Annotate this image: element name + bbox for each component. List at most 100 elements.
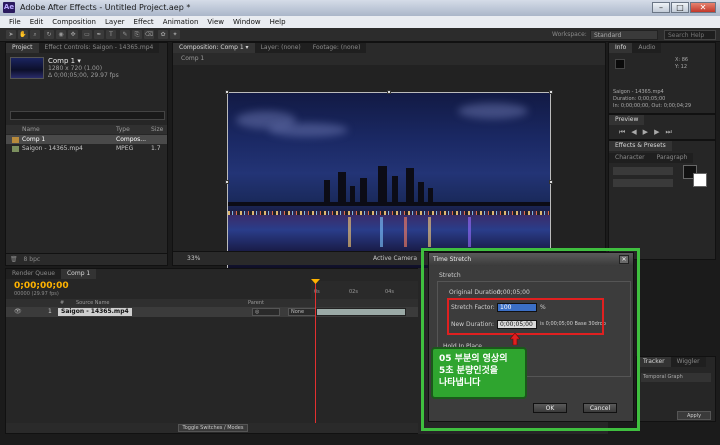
column-parent[interactable]: Parent [248,299,264,307]
playback-controls[interactable]: ⏮◀▶▶⏭ [619,128,678,137]
tab-paragraph[interactable]: Paragraph [650,153,694,163]
maximize-button[interactable]: □ [671,2,689,13]
transform-handle[interactable] [225,180,229,184]
minimize-button[interactable]: – [652,2,670,13]
column-source-name[interactable]: Source Name [76,299,110,307]
close-window-button[interactable]: ✕ [690,2,716,13]
selection-tool-icon[interactable]: ➤ [6,30,16,39]
layer-duration-bar[interactable] [316,308,406,316]
info-y: Y: 12 [675,64,688,70]
column-size[interactable]: Size [151,125,163,134]
comp-dimensions: 1280 x 720 (1.00) [48,65,103,72]
font-select[interactable] [613,167,673,175]
tab-comp-1[interactable]: Comp 1 [60,269,97,279]
current-time-indicator[interactable] [315,281,316,433]
font-style-select[interactable] [613,179,673,187]
apply-button[interactable]: Apply [677,411,711,420]
stroke-color-swatch[interactable] [693,173,707,187]
camera-select[interactable]: Active Camera [373,255,417,262]
transform-handle[interactable] [549,180,553,184]
info-tabs: Info Audio [609,43,662,53]
puppet-tool-icon[interactable]: ✦ [170,30,180,39]
menu-window[interactable]: Window [233,18,261,26]
tab-effects-presets[interactable]: Effects & Presets [609,141,672,151]
info-readout: X: 86 Y: 12 [675,57,688,71]
pan-behind-tool-icon[interactable]: ✥ [68,30,78,39]
menu-layer[interactable]: Layer [105,18,125,26]
timeline-panel: Render Queue Comp 1 0;00;00;00 00000 (29… [5,268,425,434]
original-duration-label: Original Duration: [449,289,503,296]
list-item[interactable]: Comp 1 Compos... [6,135,167,144]
zoom-select[interactable]: 33% [187,255,200,262]
transform-handle[interactable] [387,90,391,94]
menu-bar: File Edit Composition Layer Effect Anima… [0,16,720,28]
tools-toolbar: ➤ ✋ ⌕ ↻ ◉ ✥ ▭ ✒ T ✎ ⎘ ⌫ ✿ ✦ Workspace: S… [0,28,720,42]
info-in-out: In: 0;00;00;00, Out: 0;00;04;29 [613,103,692,109]
column-type[interactable]: Type [116,125,130,134]
eraser-tool-icon[interactable]: ⌫ [144,30,154,39]
menu-help[interactable]: Help [270,18,286,26]
pen-tool-icon[interactable]: ✒ [94,30,104,39]
tab-footage[interactable]: Footage: (none) [306,43,367,53]
menu-view[interactable]: View [207,18,224,26]
rotate-tool-icon[interactable]: ↻ [44,30,54,39]
tab-character[interactable]: Character [609,153,651,163]
camera-tool-icon[interactable]: ◉ [56,30,66,39]
visibility-eye-icon[interactable]: 👁 [14,307,22,317]
brush-tool-icon[interactable]: ✎ [120,30,130,39]
tab-effect-controls[interactable]: Effect Controls: Saigon - 14365.mp4 [38,43,160,53]
video-frame[interactable] [227,92,551,273]
footage-icon [12,145,19,152]
layer-name[interactable]: Saigon - 14365.mp4 [58,308,132,316]
trash-icon[interactable]: 🗑 [10,256,18,263]
tab-render-queue[interactable]: Render Queue [6,269,61,279]
search-help-input[interactable]: Search Help [664,30,716,40]
column-name[interactable]: Name [22,125,40,134]
annotation-arrow-icon [510,333,520,345]
zoom-tool-icon[interactable]: ⌕ [30,30,40,39]
transform-handle[interactable] [549,90,553,94]
list-item[interactable]: Saigon - 14365.mp4 MPEG 1.7 [6,144,167,153]
tab-project[interactable]: Project [6,43,39,53]
bpc-button[interactable]: 8 bpc [24,256,41,263]
time-ruler[interactable]: 0s 02s 04s [311,281,424,299]
after-effects-logo-icon: Ae [3,2,15,13]
annotation-red-box [447,298,604,335]
info-duration: Duration: 0;00;05;00 [613,96,666,102]
dialog-close-icon[interactable]: ✕ [619,255,629,264]
cancel-button[interactable]: Cancel [583,403,617,413]
parent-icon[interactable]: ◎ [252,308,280,316]
temporal-graph-select[interactable]: Temporal Graph [641,373,711,382]
comp-duration: Δ 0;00;05;00, 29.97 fps [48,72,119,79]
menu-effect[interactable]: Effect [134,18,154,26]
toggle-switches-modes-button[interactable]: Toggle Switches / Modes [178,424,248,432]
parent-select[interactable]: None [288,308,318,316]
current-time-display[interactable]: 0;00;00;00 [14,281,69,291]
tab-tracker[interactable]: Tracker [637,357,671,367]
tab-preview[interactable]: Preview [609,115,645,125]
tab-layer[interactable]: Layer: (none) [254,43,307,53]
workspace-select[interactable]: Standard [590,30,658,40]
menu-edit[interactable]: Edit [30,18,44,26]
mask-tool-icon[interactable]: ▭ [82,30,92,39]
callout-line: 05 부분의 영상의 [439,354,508,364]
column-index: # [60,300,65,306]
tab-wiggler[interactable]: Wiggler [670,357,706,367]
layer-index: 1 [48,308,52,315]
menu-animation[interactable]: Animation [163,18,199,26]
breadcrumb[interactable]: Comp 1 [181,55,204,62]
tab-info[interactable]: Info [609,43,633,53]
ok-button[interactable]: OK [533,403,567,413]
hand-tool-icon[interactable]: ✋ [18,30,28,39]
roto-brush-tool-icon[interactable]: ✿ [158,30,168,39]
project-search-input[interactable] [10,111,165,120]
type-tool-icon[interactable]: T [106,30,116,39]
clone-stamp-tool-icon[interactable]: ⎘ [132,30,142,39]
tab-audio[interactable]: Audio [632,43,662,53]
tab-composition[interactable]: Composition: Comp 1 ▾ [173,43,255,53]
menu-composition[interactable]: Composition [52,18,96,26]
window-title: Adobe After Effects - Untitled Project.a… [20,3,191,12]
menu-file[interactable]: File [9,18,21,26]
transform-handle[interactable] [225,90,229,94]
composition-viewer[interactable] [173,65,605,273]
